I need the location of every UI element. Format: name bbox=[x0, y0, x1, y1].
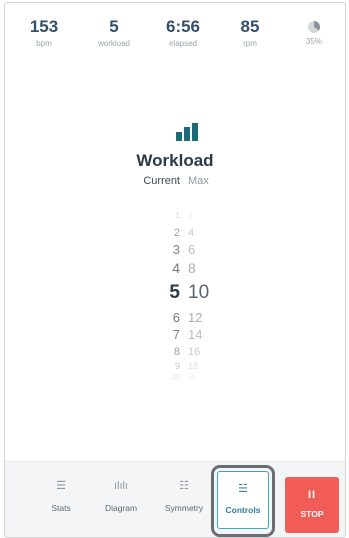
stat-value: 85 bbox=[240, 17, 260, 36]
nav-item-stats[interactable]: ☰ Stats bbox=[33, 462, 89, 513]
current-value: 9 bbox=[174, 360, 180, 371]
stat-workload: 5 workload bbox=[79, 17, 149, 50]
max-value: 8 bbox=[188, 260, 196, 276]
stat-rpm: 85 rpm bbox=[215, 17, 285, 50]
stat-unit: rpm bbox=[243, 39, 257, 48]
pause-icon: II bbox=[307, 489, 317, 501]
nav-item-label: Stats bbox=[51, 503, 71, 513]
current-value: 10 bbox=[172, 373, 180, 381]
app-screen: 153 bpm 5 workload 6:56 elapsed 85 rpm 3… bbox=[4, 2, 346, 538]
bar-chart-icon bbox=[176, 123, 200, 141]
nav-item-controls[interactable]: ☱ Controls bbox=[217, 471, 269, 529]
stat-elapsed: 6:56 elapsed bbox=[148, 17, 218, 50]
current-value: 5 bbox=[169, 281, 180, 303]
current-value: 1 bbox=[175, 211, 180, 220]
current-value: 3 bbox=[172, 241, 180, 257]
stat-unit: bpm bbox=[36, 39, 52, 48]
current-value: 8 bbox=[173, 345, 180, 358]
stat-value: 5 bbox=[109, 17, 119, 36]
current-column-label: Current bbox=[143, 175, 180, 187]
list-icon: ☰ bbox=[56, 480, 66, 492]
current-value: 4 bbox=[172, 260, 180, 276]
symmetry-icon: ☷ bbox=[179, 480, 189, 492]
stop-label: STOP bbox=[300, 509, 324, 519]
max-value: 6 bbox=[188, 241, 196, 257]
stop-button[interactable]: II STOP bbox=[285, 477, 339, 533]
stat-unit: elapsed bbox=[168, 39, 198, 48]
progress-pie-icon bbox=[308, 21, 320, 33]
stat-heart-rate: 153 bpm bbox=[9, 17, 79, 50]
max-value: 4 bbox=[188, 226, 195, 239]
current-value: 7 bbox=[172, 326, 180, 342]
max-value: 16 bbox=[188, 345, 201, 358]
workload-title: Workload bbox=[136, 151, 214, 170]
max-value: 2 bbox=[188, 211, 193, 220]
max-value: 10 bbox=[188, 281, 210, 303]
nav-item-symmetry[interactable]: ☷ Symmetry bbox=[156, 462, 212, 513]
nav-item-label: Diagram bbox=[104, 503, 138, 513]
current-value: 2 bbox=[173, 226, 180, 239]
max-value: 20 bbox=[188, 373, 196, 381]
nav-item-label: Symmetry bbox=[164, 503, 204, 513]
stat-unit: 35% bbox=[305, 37, 322, 46]
stat-value: 6:56 bbox=[165, 17, 201, 36]
nav-item-diagram[interactable]: ılılı Diagram bbox=[93, 462, 149, 513]
stat-value: 153 bbox=[29, 17, 59, 36]
nav-item-label: Controls bbox=[225, 505, 261, 515]
bars-icon: ılılı bbox=[113, 480, 129, 492]
max-value: 14 bbox=[188, 326, 203, 342]
current-value: 6 bbox=[172, 309, 180, 325]
sliders-icon: ☱ bbox=[238, 483, 248, 495]
max-value: 12 bbox=[188, 309, 203, 325]
stat-unit: workload bbox=[97, 39, 130, 48]
max-value: 18 bbox=[188, 360, 199, 371]
stat-progress: 35% bbox=[279, 17, 345, 48]
max-column-label: Max bbox=[188, 175, 209, 187]
